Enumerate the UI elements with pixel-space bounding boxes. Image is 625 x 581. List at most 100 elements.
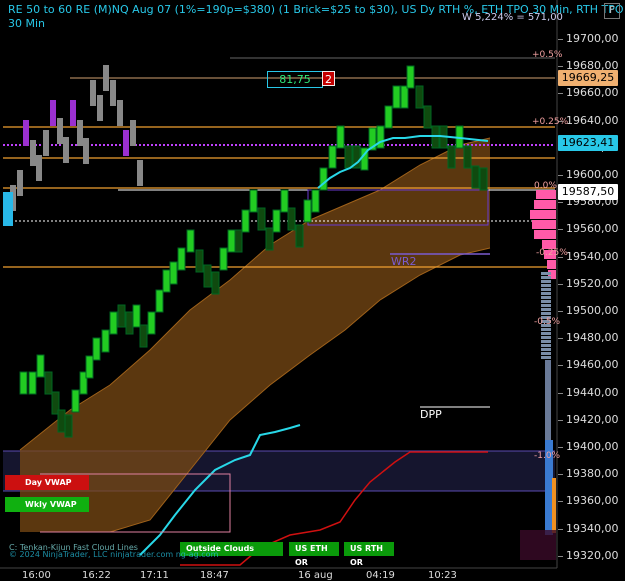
bull-brick <box>109 311 118 335</box>
price-tick-mark <box>558 338 563 340</box>
copyright-caption: © 2024 NinjaTrader, LLC ninjatrader.com … <box>9 550 219 559</box>
bear-brick <box>125 311 134 335</box>
time-tick-label: 18:47 <box>200 570 229 581</box>
bull-brick <box>384 105 393 129</box>
price-tick-label: 19640,00 <box>566 113 619 127</box>
lower-profile-bar <box>541 340 551 343</box>
bear-brick <box>44 371 53 395</box>
percent-level-label: -0.5% <box>534 317 561 327</box>
lower-profile-bar <box>541 356 551 359</box>
percent-level-label: -0.25% <box>536 248 568 258</box>
bear-brick <box>471 165 480 189</box>
price-tick-label: 19700,00 <box>566 32 619 45</box>
bear-brick <box>415 85 424 109</box>
price-tick-label: 19360,00 <box>566 494 619 508</box>
lower-profile-bar <box>541 276 551 279</box>
lower-profile-bar <box>541 304 551 307</box>
historical-brick <box>57 118 63 144</box>
tpo-profile-bar <box>534 200 556 209</box>
lower-profile-bar <box>541 292 551 295</box>
bull-brick <box>71 389 80 413</box>
tpo-profile-bar <box>530 210 556 219</box>
us-eth-or-button[interactable]: US ETH OR <box>289 542 339 567</box>
tpo-profile-bar <box>532 220 556 229</box>
bull-brick <box>400 85 409 109</box>
price-tick-label: 19540,00 <box>566 249 619 263</box>
price-tick-mark <box>558 93 563 95</box>
orange-volume-bar <box>552 478 556 533</box>
bear-brick <box>295 224 304 248</box>
bear-brick <box>203 264 212 288</box>
bull-brick <box>311 189 320 213</box>
percent-level-label: +0.5% <box>532 50 563 60</box>
historical-brick <box>83 138 89 164</box>
bear-brick <box>479 167 488 191</box>
historical-brick <box>110 80 116 106</box>
bull-brick <box>155 289 164 313</box>
time-tick-label: 17:11 <box>140 570 169 581</box>
percent-level-label: +0.25% <box>532 117 569 127</box>
tpo-profile-bar <box>536 190 556 199</box>
bull-brick <box>328 145 337 169</box>
lower-profile-bar <box>541 328 551 331</box>
price-tick-mark <box>558 66 563 68</box>
historical-brick <box>123 130 129 156</box>
day-vwap-button[interactable]: Day VWAP <box>5 475 89 490</box>
historical-brick <box>103 65 109 91</box>
price-tick-label: 19520,00 <box>566 276 619 290</box>
price-tick-label: 19560,00 <box>566 222 619 236</box>
price-tick-label: 19500,00 <box>566 304 619 317</box>
lower-profile-bar <box>541 312 551 315</box>
bull-brick <box>147 311 156 335</box>
bull-brick <box>28 371 37 395</box>
float-toggle-button[interactable]: F <box>604 3 620 19</box>
bear-brick <box>257 207 266 231</box>
bull-brick <box>336 125 345 149</box>
historical-brick <box>43 130 49 156</box>
us-rth-or-button[interactable]: US RTH OR <box>344 542 394 567</box>
range-value-box: 81,75 <box>267 71 323 88</box>
bull-brick <box>241 209 250 233</box>
lower-profile-bar <box>541 288 551 291</box>
bull-brick <box>169 261 178 285</box>
bear-brick <box>463 145 472 169</box>
bear-brick <box>211 271 220 295</box>
lower-profile-bar <box>541 272 551 275</box>
historical-brick <box>50 100 56 126</box>
bear-brick <box>57 409 66 433</box>
bull-brick <box>162 269 171 293</box>
lower-profile-bar <box>541 308 551 311</box>
weekly-vwap-button[interactable]: Wkly VWAP <box>5 497 89 512</box>
percent-level-label: -1.0% <box>534 451 561 461</box>
price-tick-mark <box>558 501 563 503</box>
price-marker-label: 19669,25 <box>558 70 618 86</box>
bear-brick <box>447 145 456 169</box>
bear-brick <box>423 105 432 129</box>
bear-brick <box>117 304 126 328</box>
price-tick-label: 19320,00 <box>566 548 619 562</box>
price-marker-label: 19623,41 <box>558 135 618 151</box>
time-tick-label: 16:22 <box>82 570 111 581</box>
bull-brick <box>19 371 28 395</box>
bear-brick <box>195 249 204 273</box>
historical-brick <box>90 80 96 106</box>
bull-brick <box>280 189 289 213</box>
bear-brick <box>344 145 353 169</box>
bull-brick <box>36 354 45 378</box>
lower-profile-bar <box>541 344 551 347</box>
bull-brick <box>392 85 401 109</box>
bull-brick <box>219 247 228 271</box>
historical-brick <box>77 120 83 146</box>
historical-brick <box>36 155 42 181</box>
price-tick-label: 19380,00 <box>566 467 619 481</box>
historical-brick <box>130 120 136 146</box>
percent-level-label: 0.0% <box>534 181 557 191</box>
price-marker-label: 19587,50 <box>558 184 618 200</box>
price-tick-label: 19440,00 <box>566 385 619 399</box>
price-tick-mark <box>558 474 563 476</box>
bull-brick <box>92 337 101 361</box>
historical-brick <box>70 100 76 126</box>
bull-brick <box>272 209 281 233</box>
price-tick-mark <box>558 229 563 231</box>
price-tick-mark <box>558 202 563 204</box>
